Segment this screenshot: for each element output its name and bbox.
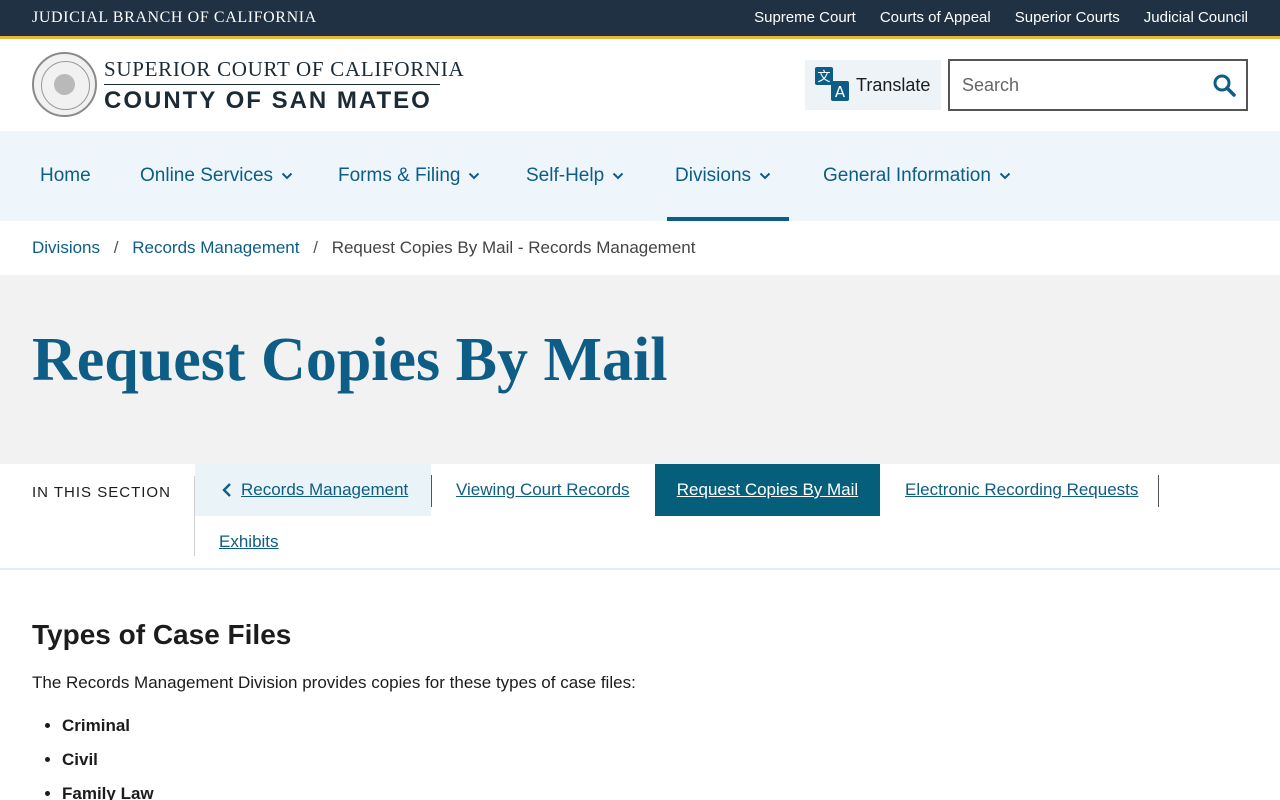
translate-icon: 文 A [815, 67, 849, 101]
nav-label: Self-Help [526, 165, 605, 186]
content-intro: The Records Management Division provides… [32, 673, 636, 692]
search-icon[interactable] [1212, 73, 1236, 97]
util-link-superior-courts[interactable]: Superior Courts [1015, 9, 1120, 26]
nav-label: Home [40, 165, 91, 186]
page-hero: Request Copies By Mail [0, 275, 1280, 464]
search-box [948, 59, 1248, 111]
breadcrumb-separator: / [113, 238, 119, 257]
top-utility-bar: JUDICIAL BRANCH OF CALIFORNIA Supreme Co… [0, 0, 1280, 36]
nav-label: General Information [823, 165, 991, 186]
case-type-list: Criminal Civil Family Law [62, 713, 154, 800]
section-link-electronic-recording-requests[interactable]: Electronic Recording Requests [905, 464, 1138, 516]
section-back-link-records-management[interactable]: Records Management [195, 464, 431, 516]
page-title: Request Copies By Mail [32, 326, 668, 394]
chevron-down-icon [759, 172, 771, 180]
section-link-request-copies-by-mail[interactable]: Request Copies By Mail [655, 464, 880, 516]
breadcrumb-separator: / [313, 238, 318, 257]
chevron-down-icon [999, 172, 1011, 180]
svg-text:文: 文 [817, 70, 830, 85]
chevron-down-icon [281, 172, 293, 180]
chevron-down-icon [469, 172, 480, 180]
site-header: SUPERIOR COURT OF CALIFORNIA COUNTY OF S… [0, 39, 1280, 131]
breadcrumb-current: Request Copies By Mail - Records Managem… [331, 238, 696, 257]
nav-label: Online Services [140, 165, 274, 186]
court-name-line-2[interactable]: COUNTY OF SAN MATEO [104, 87, 432, 115]
section-link-separator [431, 475, 432, 507]
nav-item-general-information[interactable]: General Information [823, 131, 1011, 221]
nav-item-divisions[interactable]: Divisions [666, 131, 790, 221]
content-heading: Types of Case Files [32, 619, 292, 650]
in-this-section-nav: IN THIS SECTION Records Management Viewi… [0, 464, 1280, 570]
section-link-exhibits[interactable]: Exhibits [219, 516, 279, 568]
list-item: Family Law [62, 781, 154, 800]
util-link-supreme-court[interactable]: Supreme Court [754, 9, 856, 26]
section-link-viewing-court-records[interactable]: Viewing Court Records [456, 464, 630, 516]
court-seal-logo[interactable] [32, 52, 97, 117]
translate-label: Translate [856, 75, 931, 95]
list-item: Criminal [62, 713, 154, 747]
utility-links: Supreme Court Courts of Appeal Superior … [754, 9, 1248, 26]
court-name-divider [104, 84, 440, 85]
chevron-left-icon [222, 483, 231, 497]
translate-button[interactable]: 文 A Translate [805, 60, 941, 110]
section-link-separator [1158, 475, 1159, 507]
nav-item-self-help[interactable]: Self-Help [526, 131, 624, 221]
util-link-judicial-council[interactable]: Judicial Council [1144, 9, 1248, 26]
nav-label: Forms & Filing [338, 165, 461, 186]
chevron-down-icon [612, 172, 624, 180]
section-back-label: Records Management [241, 480, 409, 499]
svg-text:A: A [835, 83, 846, 101]
nav-label: Divisions [675, 165, 752, 186]
nav-item-home[interactable]: Home [40, 131, 91, 221]
breadcrumb-link-records-management[interactable]: Records Management [132, 238, 299, 257]
breadcrumb-link-divisions[interactable]: Divisions [32, 238, 100, 257]
court-name-line-1[interactable]: SUPERIOR COURT OF CALIFORNIA [104, 57, 464, 82]
judicial-branch-brand[interactable]: JUDICIAL BRANCH OF CALIFORNIA [32, 9, 317, 27]
search-input[interactable] [950, 61, 1200, 109]
nav-item-forms-filing[interactable]: Forms & Filing [338, 131, 480, 221]
util-link-courts-of-appeal[interactable]: Courts of Appeal [880, 9, 991, 26]
in-this-section-heading: IN THIS SECTION [32, 484, 171, 501]
breadcrumb: Divisions / Records Management / Request… [32, 238, 695, 258]
list-item: Civil [62, 747, 154, 781]
nav-item-online-services[interactable]: Online Services [140, 131, 293, 221]
main-navigation: Home Online Services Forms & Filing Self… [0, 131, 1280, 221]
